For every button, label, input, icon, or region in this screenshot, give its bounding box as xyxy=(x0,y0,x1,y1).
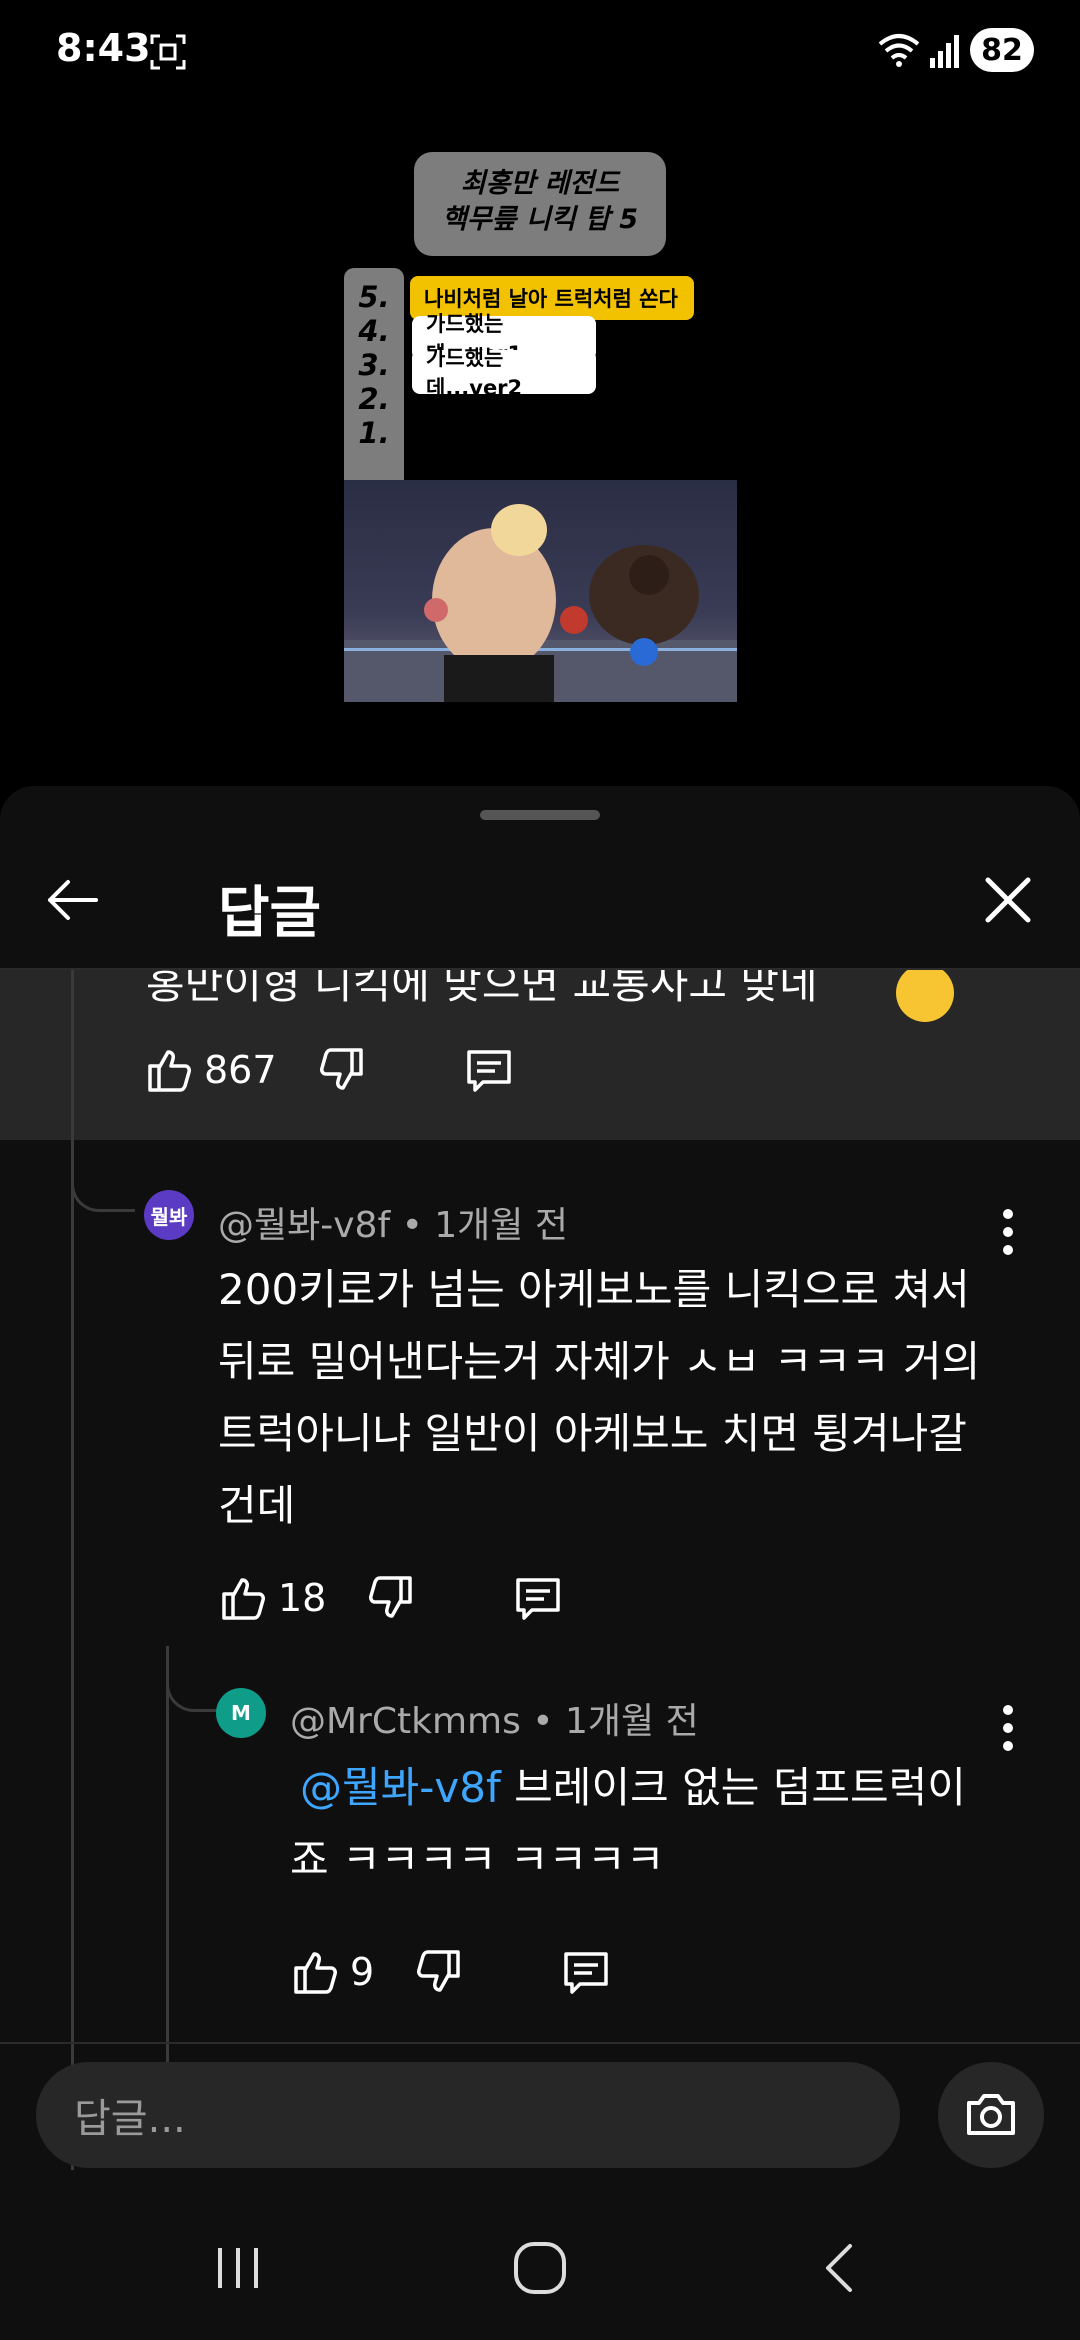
rank-item: 4. xyxy=(358,314,390,348)
like-count: 18 xyxy=(278,1576,327,1620)
comment-text: 200키로가 넘는 아케보노를 니킥으로 쳐서 뒤로 밀어낸다는거 자체가 ㅅㅂ… xyxy=(218,1265,981,1530)
screenshot-icon xyxy=(150,34,186,70)
thumbs-down-icon[interactable] xyxy=(364,1572,416,1624)
back-arrow-icon[interactable] xyxy=(40,868,104,932)
thumbs-down-icon[interactable] xyxy=(412,1946,464,1998)
back-icon[interactable] xyxy=(810,2238,874,2298)
comment-time: 1개월 전 xyxy=(434,1205,568,1246)
parent-comment-text: 홍만이형 니킥에 맞으면 교통사고 맞네 xyxy=(146,970,818,1008)
close-icon[interactable] xyxy=(976,868,1040,932)
wifi-icon xyxy=(878,34,920,67)
reply-comment-icon[interactable] xyxy=(512,1572,564,1624)
rank-item: 1. xyxy=(358,416,390,450)
rank-item: 2. xyxy=(358,382,390,416)
system-nav-bar xyxy=(0,2190,1080,2340)
thumbs-down-icon[interactable] xyxy=(315,1044,367,1096)
camera-button[interactable] xyxy=(938,2062,1044,2168)
thumbs-up-icon[interactable] xyxy=(290,1946,342,1998)
sheet-header: 답글 xyxy=(0,822,1080,966)
status-time: 8:43 xyxy=(56,26,151,70)
video-title-line-1: 최홍만 레전드 xyxy=(460,168,620,199)
video-tag-white-2: 가드했는데...ver2 xyxy=(412,346,596,400)
thumbs-up-icon[interactable] xyxy=(144,1044,196,1096)
signal-icon xyxy=(930,35,959,68)
thread-line xyxy=(71,1170,74,2170)
recents-icon[interactable] xyxy=(206,2238,270,2298)
meta-separator: • xyxy=(520,1701,565,1742)
avatar[interactable]: M xyxy=(216,1688,266,1738)
comment-author[interactable]: @뭘봐-v8f xyxy=(218,1205,390,1246)
more-vert-icon[interactable] xyxy=(998,1702,1018,1754)
replies-sheet: 답글 홍만이형 니킥에 맞으면 교통사고 맞네 867 뭘봐 @뭘봐-v8f •… xyxy=(0,786,1080,2340)
video-title-card: 최홍만 레전드 핵무릎 니킥 탑 5 xyxy=(414,152,666,256)
meta-separator: • xyxy=(390,1205,435,1246)
input-divider xyxy=(0,2042,1080,2044)
reply-comment-icon[interactable] xyxy=(463,1044,515,1096)
comment-meta: @뭘봐-v8f • 1개월 전 xyxy=(218,1196,568,1248)
comment-author[interactable]: @MrCtkmms xyxy=(290,1701,521,1742)
thumbs-up-icon[interactable] xyxy=(218,1572,270,1624)
reply-input[interactable]: 답글... xyxy=(36,2062,900,2168)
battery-badge: 82 xyxy=(970,28,1034,72)
rank-item: 5. xyxy=(358,280,390,314)
mention-link[interactable]: @뭘봐-v8f xyxy=(300,1763,501,1812)
status-bar: 8:43 82 xyxy=(0,0,1080,100)
parent-comment: 홍만이형 니킥에 맞으면 교통사고 맞네 867 xyxy=(0,970,1080,1140)
fight-scene-image xyxy=(344,480,737,702)
comment-time: 1개월 전 xyxy=(564,1701,699,1742)
comment-actions: 18 xyxy=(218,1572,564,1624)
rank-item: 3. xyxy=(358,348,390,382)
reply-comment-icon[interactable] xyxy=(560,1946,612,1998)
home-icon[interactable] xyxy=(508,2238,572,2298)
drag-handle[interactable] xyxy=(480,810,600,820)
crying-emoji-icon xyxy=(896,970,954,1022)
parent-actions: 867 xyxy=(144,1044,515,1096)
comment-meta: @MrCtkmms • 1개월 전 xyxy=(290,1692,699,1744)
avatar[interactable]: 뭘봐 xyxy=(144,1190,194,1240)
comment-actions: 9 xyxy=(290,1946,612,1998)
sheet-title: 답글 xyxy=(218,881,322,946)
comment-text: @뭘봐-v8f 브레이크 없는 덤프트럭이죠 ㅋㅋㅋㅋ ㅋㅋㅋㅋ xyxy=(290,1752,970,1896)
video-title-line-2: 핵무릎 니킥 탑 5 xyxy=(441,204,639,235)
like-count: 867 xyxy=(204,1048,277,1092)
camera-icon xyxy=(967,2094,1015,2135)
more-vert-icon[interactable] xyxy=(998,1206,1018,1258)
like-count: 9 xyxy=(350,1950,375,1994)
video-player[interactable]: 최홍만 레전드 핵무릎 니킥 탑 5 5. 4. 3. 2. 1. 나비처럼 날… xyxy=(0,100,1080,790)
thread-connector xyxy=(71,1166,135,1212)
